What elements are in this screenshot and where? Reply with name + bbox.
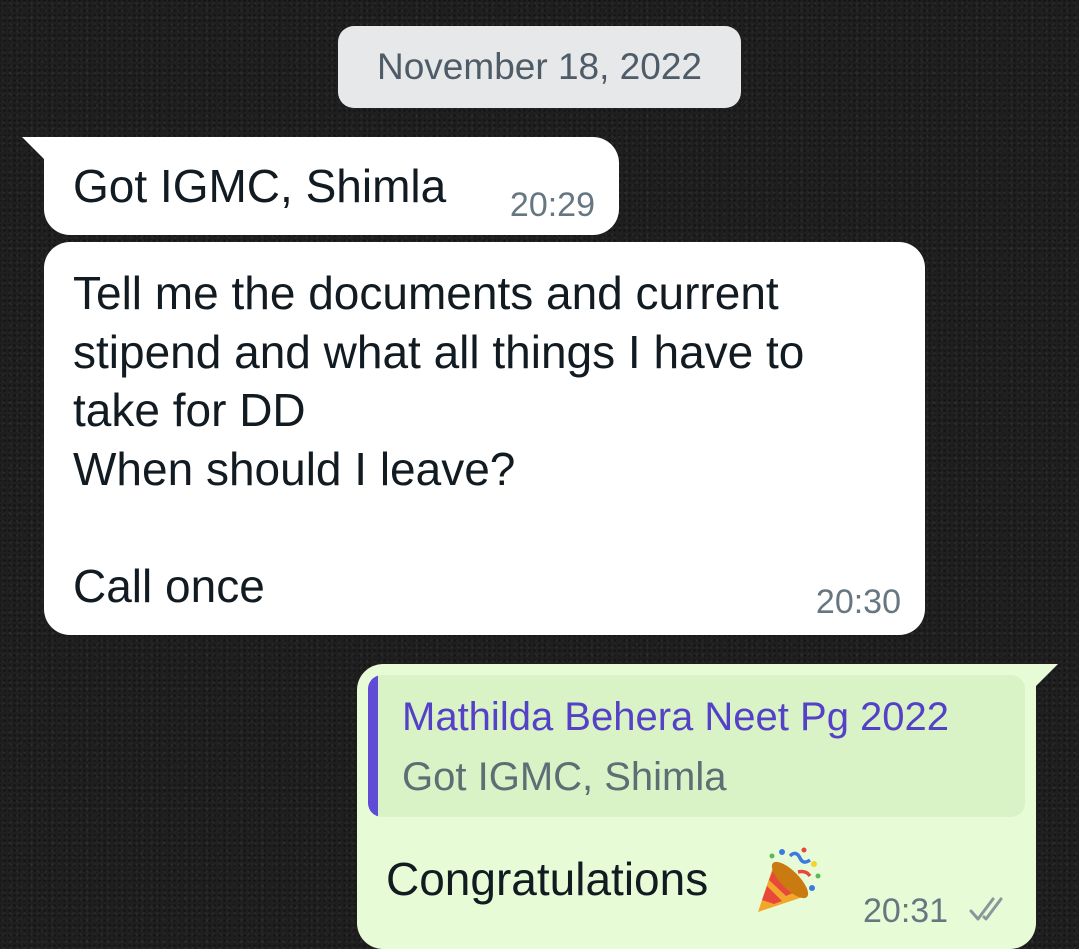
message-time: 20:29 [509, 186, 595, 224]
message-text: Tell me the documents and current stipen… [73, 267, 805, 612]
outgoing-message[interactable]: Mathilda Behera Neet Pg 2022 Got IGMC, S… [357, 664, 1036, 949]
quoted-reply[interactable]: Mathilda Behera Neet Pg 2022 Got IGMC, S… [368, 675, 1025, 817]
date-chip: November 18, 2022 [338, 26, 741, 108]
incoming-message[interactable]: Tell me the documents and current stipen… [44, 242, 925, 635]
chat-area: November 18, 2022 Got IGMC, Shimla 20:29… [0, 0, 1079, 949]
message-time: 20:31 [863, 892, 949, 930]
incoming-message[interactable]: Got IGMC, Shimla 20:29 [44, 137, 619, 235]
outgoing-bubble-tail [1036, 664, 1058, 686]
quoted-text: Got IGMC, Shimla [402, 755, 727, 799]
message-time: 20:30 [815, 583, 901, 621]
double-check-icon [969, 895, 1011, 925]
party-popper-icon [752, 846, 822, 916]
message-text: Congratulations [386, 853, 709, 905]
quoted-author: Mathilda Behera Neet Pg 2022 [402, 695, 950, 739]
incoming-bubble-tail [22, 137, 44, 159]
quote-bar [368, 675, 378, 817]
message-text: Got IGMC, Shimla [73, 160, 447, 212]
date-chip-label: November 18, 2022 [377, 46, 702, 87]
